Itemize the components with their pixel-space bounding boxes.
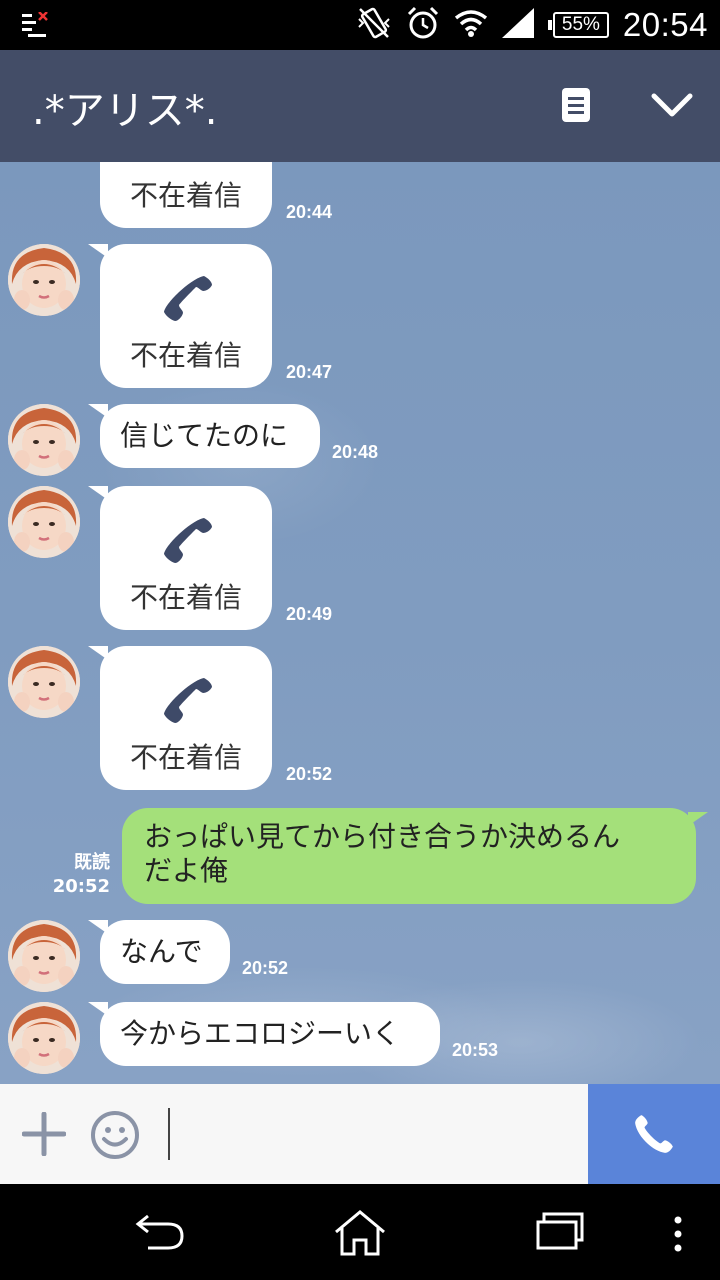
read-receipt: 既読 — [74, 852, 110, 873]
message-time: 20:52 — [242, 958, 289, 978]
vibrate-icon — [356, 5, 392, 45]
message-time: 20:53 — [452, 1040, 499, 1060]
chat-area[interactable]: 不在着信 20:44 不在着信 20:47 信じてたのに 20:48 不在着信 … — [0, 162, 720, 1084]
notes-icon[interactable] — [560, 86, 592, 124]
chat-header: .*アリス*. — [0, 50, 720, 162]
missed-call-label: 不在着信 — [129, 741, 242, 774]
missed-call-label: 不在着信 — [129, 581, 242, 614]
avatar[interactable] — [8, 646, 80, 718]
home-icon[interactable] — [332, 1208, 388, 1262]
message-text-line2: だよ俺 — [144, 854, 229, 887]
message-time: 20:47 — [286, 362, 333, 382]
alarm-icon — [406, 6, 440, 44]
phone-icon — [160, 270, 216, 326]
phone-icon — [160, 672, 216, 728]
chat-title: .*アリス*. — [32, 88, 218, 134]
message-text: 信じてたのに — [120, 419, 289, 452]
navigation-bar — [0, 1184, 720, 1280]
recent-apps-icon[interactable] — [534, 1208, 586, 1258]
smiley-icon[interactable] — [90, 1110, 140, 1160]
message-time: 20:48 — [332, 442, 379, 462]
received-message-bubble[interactable]: 信じてたのに — [88, 404, 320, 468]
wifi-icon — [454, 9, 488, 41]
avatar[interactable] — [8, 404, 80, 476]
status-clock: 20:54 — [622, 6, 708, 43]
avatar[interactable] — [8, 1002, 80, 1074]
phone-icon — [635, 1115, 673, 1153]
message-text-line1: おっぱい見てから付き合うか決めるん — [144, 820, 621, 853]
avatar[interactable] — [8, 920, 80, 992]
message-time: 20:52 — [286, 764, 333, 784]
missed-call-bubble[interactable]: 不在着信 — [100, 162, 272, 228]
voice-call-button[interactable] — [588, 1084, 720, 1184]
message-text: なんで — [120, 935, 203, 968]
battery-tip — [547, 20, 552, 30]
received-message-bubble[interactable]: 今からエコロジーいく — [88, 1002, 440, 1066]
status-bar: 55% 20:54 — [0, 0, 720, 50]
phone-icon — [160, 162, 216, 166]
missed-call-label: 不在着信 — [129, 339, 242, 372]
message-time: 20:44 — [286, 202, 333, 222]
back-icon[interactable] — [134, 1208, 186, 1256]
signal-icon — [501, 8, 534, 42]
message-text: 今からエコロジーいく — [120, 1017, 401, 1050]
missed-call-bubble[interactable]: 不在着信 — [88, 646, 272, 790]
missed-call-bubble[interactable]: 不在着信 — [88, 244, 272, 388]
missed-call-bubble[interactable]: 不在着信 — [88, 486, 272, 630]
battery-level: 55% — [552, 12, 609, 38]
notification-icon — [22, 11, 52, 42]
message-input[interactable] — [168, 1108, 578, 1160]
battery-indicator: 55% — [547, 12, 609, 38]
received-message-bubble[interactable]: なんで — [88, 920, 230, 984]
message-time: 20:49 — [286, 604, 333, 624]
more-vert-icon[interactable] — [672, 1216, 684, 1256]
missed-call-label: 不在着信 — [129, 179, 242, 212]
phone-icon — [160, 512, 216, 568]
avatar[interactable] — [8, 486, 80, 558]
avatar[interactable] — [8, 244, 80, 316]
message-input-bar — [0, 1084, 720, 1184]
message-time: 20:52 — [52, 876, 110, 897]
plus-icon[interactable] — [21, 1111, 67, 1157]
sent-message-bubble[interactable]: おっぱい見てから付き合うか決めるん だよ俺 — [122, 808, 708, 904]
chevron-down-icon[interactable] — [650, 90, 694, 120]
